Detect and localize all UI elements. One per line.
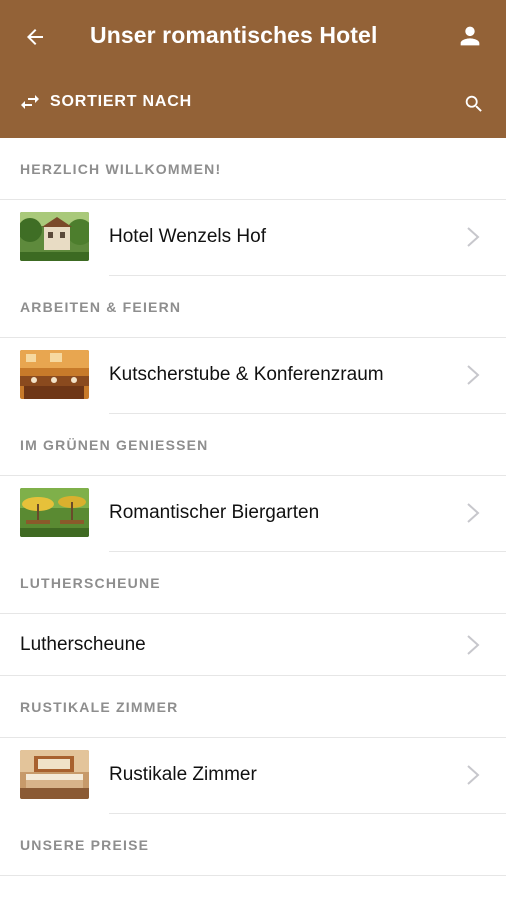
back-button[interactable] — [18, 20, 52, 54]
person-icon — [460, 26, 480, 46]
account-button[interactable] — [452, 18, 488, 54]
search-button[interactable] — [460, 90, 488, 118]
hotel-exterior-thumbnail — [20, 212, 89, 261]
section-header: LUTHERSCHEUNE — [0, 552, 506, 614]
chevron-right-icon — [467, 635, 480, 655]
list-item-label: Kutscherstube & Konferenzraum — [109, 364, 384, 385]
page-title: Unser romantisches Hotel — [90, 22, 378, 48]
search-icon — [465, 95, 482, 112]
chevron-right-icon — [467, 365, 480, 385]
divider — [109, 551, 506, 552]
chevron-right-icon — [467, 227, 480, 247]
list-item-hotel-wenzels-hof[interactable]: Hotel Wenzels Hof — [0, 200, 506, 276]
sort-button[interactable]: SORTIERT NACH — [18, 90, 192, 114]
list-item-lutherscheune[interactable]: Lutherscheune — [0, 614, 506, 676]
list-item-label: Lutherscheune — [20, 634, 146, 655]
list-item-biergarten[interactable]: Romantischer Biergarten — [0, 476, 506, 552]
sort-label: SORTIERT NACH — [50, 93, 192, 110]
conference-room-thumbnail — [20, 350, 89, 399]
list-item-kutscherstube[interactable]: Kutscherstube & Konferenzraum — [0, 338, 506, 414]
list-item-label: Rustikale Zimmer — [109, 764, 257, 785]
section-header: RUSTIKALE ZIMMER — [0, 676, 506, 738]
list-item-label: Romantischer Biergarten — [109, 502, 320, 523]
section-header: IM GRÜNEN GENIESSEN — [0, 414, 506, 476]
list-item-label: Hotel Wenzels Hof — [109, 226, 266, 247]
chevron-right-icon — [467, 503, 480, 523]
app-bar-toolbar: SORTIERT NACH — [0, 80, 506, 128]
swap-arrows-icon — [21, 95, 39, 109]
arrow-left-icon — [27, 29, 43, 45]
section-header: ARBEITEN & FEIERN — [0, 276, 506, 338]
section-header: UNSERE PREISE — [0, 814, 506, 876]
section-header: HERZLICH WILLKOMMEN! — [0, 138, 506, 200]
app-bar: Unser romantisches Hotel SORTIERT NACH — [0, 0, 506, 138]
divider — [0, 675, 506, 676]
divider — [109, 413, 506, 414]
chevron-right-icon — [467, 765, 480, 785]
list-item-rustikale-zimmer[interactable]: Rustikale Zimmer — [0, 738, 506, 814]
beer-garden-thumbnail — [20, 488, 89, 537]
app-bar-top-row: Unser romantisches Hotel — [0, 0, 506, 72]
divider — [109, 813, 506, 814]
content-list: HERZLICH WILLKOMMEN! Hotel Wenzels Hof A… — [0, 138, 506, 876]
divider — [109, 275, 506, 276]
hotel-room-thumbnail — [20, 750, 89, 799]
